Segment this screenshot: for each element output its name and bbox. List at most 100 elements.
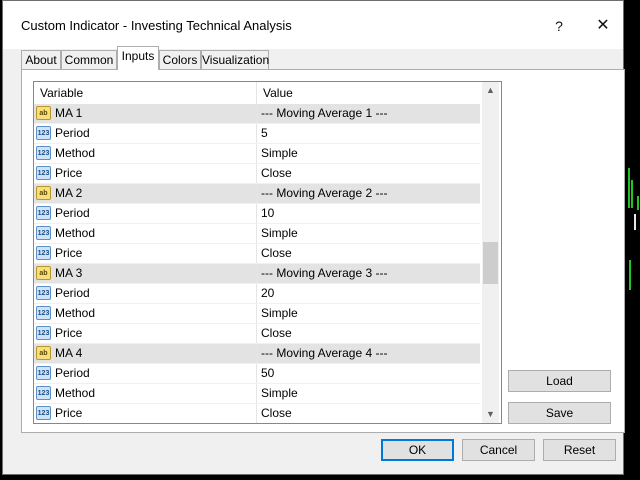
value-cell[interactable]: --- Moving Average 4 --- [257,344,480,363]
variable-name: Period [55,126,90,140]
variable-cell: ab MA 4 [34,344,257,363]
numeric-type-icon: 123 [36,306,51,320]
grid-row[interactable]: 123 Method Simple [34,384,480,404]
tab-visualization[interactable]: Visualization [201,50,269,69]
variable-name: MA 1 [55,106,83,120]
grid-row[interactable]: ab MA 3 --- Moving Average 3 --- [34,264,480,284]
variable-cell: 123 Price [34,324,257,343]
variable-cell: 123 Method [34,224,257,243]
variable-cell: ab MA 1 [34,104,257,123]
variable-cell: 123 Price [34,164,257,183]
grid-row[interactable]: ab MA 2 --- Moving Average 2 --- [34,184,480,204]
variable-cell: 123 Period [34,204,257,223]
variable-name: Price [55,166,83,180]
reset-button[interactable]: Reset [543,439,616,461]
grid-row[interactable]: 123 Method Simple [34,224,480,244]
numeric-type-icon: 123 [36,146,51,160]
variable-cell: 123 Method [34,304,257,323]
load-button[interactable]: Load [508,370,611,392]
numeric-type-icon: 123 [36,386,51,400]
grid-row[interactable]: 123 Price Close [34,324,480,344]
variable-name: Method [55,306,96,320]
ok-button[interactable]: OK [381,439,454,461]
value-cell[interactable]: 10 [257,204,480,223]
numeric-type-icon: 123 [36,226,51,240]
inputs-grid: Variable Value ab MA 1 --- Moving Average … [33,81,502,424]
candle-tick [637,196,639,210]
save-button[interactable]: Save [508,402,611,424]
grid-row[interactable]: 123 Period 50 [34,364,480,384]
candle-tick [629,260,631,290]
scroll-down-icon[interactable]: ▼ [482,406,499,423]
close-button[interactable]: ✕ [583,11,623,41]
tab-common[interactable]: Common [61,50,117,69]
candle-tick [634,214,636,230]
numeric-type-icon: 123 [36,206,51,220]
variable-cell: 123 Period [34,124,257,143]
grid-row[interactable]: 123 Period 10 [34,204,480,224]
variable-cell: 123 Price [34,404,257,423]
value-cell[interactable]: Close [257,164,480,183]
value-cell[interactable]: --- Moving Average 2 --- [257,184,480,203]
grid-row[interactable]: 123 Method Simple [34,304,480,324]
candle-tick [631,180,633,208]
numeric-type-icon: 123 [36,366,51,380]
string-type-icon: ab [36,266,51,280]
value-cell[interactable]: Simple [257,384,480,403]
variable-name: Period [55,286,90,300]
value-cell[interactable]: Close [257,404,480,423]
grid-header: Variable Value [34,82,480,105]
help-button[interactable]: ? [539,11,579,41]
variable-name: Method [55,146,96,160]
value-cell[interactable]: 50 [257,364,480,383]
numeric-type-icon: 123 [36,326,51,340]
grid-scrollbar[interactable]: ▲ ▼ [482,82,499,423]
numeric-type-icon: 123 [36,246,51,260]
cancel-button[interactable]: Cancel [462,439,535,461]
custom-indicator-dialog: Custom Indicator - Investing Technical A… [2,0,625,475]
grid-row[interactable]: ab MA 1 --- Moving Average 1 --- [34,104,480,124]
string-type-icon: ab [36,106,51,120]
grid-row[interactable]: 123 Price Close [34,164,480,184]
numeric-type-icon: 123 [36,126,51,140]
value-cell[interactable]: Close [257,244,480,263]
column-header-value[interactable]: Value [257,82,480,104]
tab-about[interactable]: About [21,50,61,69]
variable-name: MA 4 [55,346,83,360]
tab-inputs[interactable]: Inputs [117,46,159,70]
string-type-icon: ab [36,346,51,360]
grid-row[interactable]: 123 Method Simple [34,144,480,164]
variable-name: MA 3 [55,266,83,280]
value-cell[interactable]: --- Moving Average 1 --- [257,104,480,123]
grid-row[interactable]: 123 Price Close [34,404,480,423]
variable-cell: 123 Method [34,144,257,163]
value-cell[interactable]: Simple [257,144,480,163]
column-header-variable[interactable]: Variable [34,82,257,104]
value-cell[interactable]: 5 [257,124,480,143]
variable-name: Method [55,386,96,400]
value-cell[interactable]: Close [257,324,480,343]
grid-row[interactable]: 123 Period 20 [34,284,480,304]
tab-colors[interactable]: Colors [159,50,201,69]
grid-row[interactable]: ab MA 4 --- Moving Average 4 --- [34,344,480,364]
variable-cell: 123 Price [34,244,257,263]
inputs-panel: Variable Value ab MA 1 --- Moving Average … [21,69,625,433]
chart-background-right [626,0,640,480]
candle-tick [628,168,630,208]
numeric-type-icon: 123 [36,166,51,180]
variable-cell: ab MA 2 [34,184,257,203]
string-type-icon: ab [36,186,51,200]
variable-name: MA 2 [55,186,83,200]
value-cell[interactable]: --- Moving Average 3 --- [257,264,480,283]
value-cell[interactable]: 20 [257,284,480,303]
grid-row[interactable]: 123 Price Close [34,244,480,264]
value-cell[interactable]: Simple [257,304,480,323]
variable-cell: 123 Period [34,364,257,383]
variable-name: Price [55,246,83,260]
scroll-thumb[interactable] [483,242,498,284]
variable-name: Price [55,326,83,340]
variable-name: Method [55,226,96,240]
grid-row[interactable]: 123 Period 5 [34,124,480,144]
value-cell[interactable]: Simple [257,224,480,243]
scroll-up-icon[interactable]: ▲ [482,82,499,99]
